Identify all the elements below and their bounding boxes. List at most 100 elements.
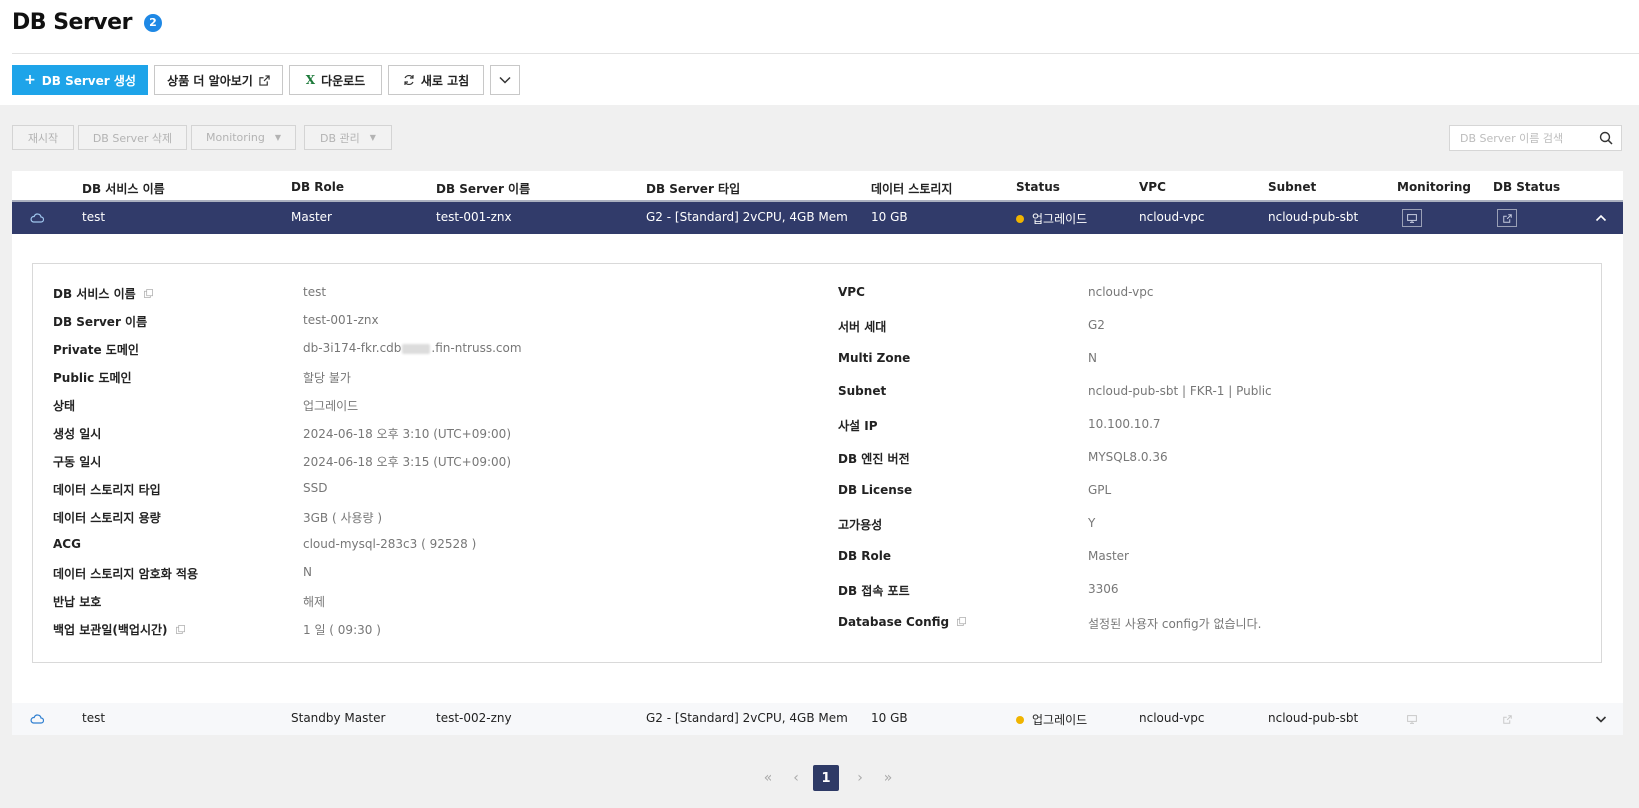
- table-row[interactable]: test Master test-001-znx G2 - [Standard]…: [12, 202, 1623, 234]
- db-status-button[interactable]: [1497, 710, 1517, 728]
- copy-icon[interactable]: [175, 625, 185, 634]
- copy-icon[interactable]: [143, 289, 153, 298]
- detail-value: 업그레이드: [303, 399, 359, 413]
- column-header: Subnet: [1268, 180, 1317, 194]
- detail-value: MYSQL8.0.36: [1088, 450, 1168, 464]
- learn-more-button[interactable]: 상품 더 알아보기: [154, 65, 283, 95]
- cell-storage: 10 GB: [871, 711, 908, 725]
- monitoring-button[interactable]: [1402, 209, 1422, 227]
- detail-value: db-3i174-fkr.cdb .fin-ntruss.com: [303, 341, 522, 355]
- detail-value: ncloud-vpc: [1088, 285, 1154, 299]
- cell-service-name: test: [82, 711, 106, 725]
- detail-value: 2024-06-18 오후 3:15 (UTC+09:00): [303, 455, 511, 469]
- cell-role: Standby Master: [291, 711, 386, 725]
- cell-server-name: test-002-zny: [436, 711, 512, 725]
- page-header: DB Server 2 + DB Server 생성 상품 더 알아보기 X 다…: [0, 0, 1639, 105]
- db-manage-dropdown[interactable]: DB 관리 ▼: [304, 125, 392, 150]
- detail-label: 고가용성: [838, 518, 883, 532]
- chevron-down-icon: [499, 76, 511, 84]
- refresh-label: 새로 고침: [420, 73, 470, 88]
- detail-label: Private 도메인: [53, 343, 139, 357]
- detail-value: 3306: [1088, 582, 1119, 596]
- cloud-icon: [30, 714, 44, 724]
- detail-box: DB 서비스 이름 test DB Server 이름 test-001-znx…: [32, 263, 1602, 663]
- monitoring-dropdown[interactable]: Monitoring ▼: [191, 125, 296, 150]
- cell-server-name: test-001-znx: [436, 210, 512, 224]
- detail-label: VPC: [838, 285, 865, 299]
- column-header: 데이터 스토리지: [871, 182, 953, 196]
- create-db-server-button[interactable]: + DB Server 생성: [12, 65, 148, 95]
- learn-more-label: 상품 더 알아보기: [167, 73, 253, 88]
- detail-label: DB Role: [838, 549, 892, 563]
- detail-value: N: [303, 565, 312, 579]
- cell-vpc: ncloud-vpc: [1139, 711, 1205, 725]
- monitor-icon: [1407, 714, 1417, 724]
- restart-label: 재시작: [27, 131, 59, 145]
- detail-value: 10.100.10.7: [1088, 417, 1161, 431]
- detail-label: 데이터 스토리지 타입: [53, 483, 161, 497]
- delete-db-server-button[interactable]: DB Server 삭제: [78, 125, 187, 150]
- detail-label: DB 엔진 버전: [838, 452, 910, 466]
- detail-value: 2024-06-18 오후 3:10 (UTC+09:00): [303, 427, 511, 441]
- download-label: 다운로드: [321, 73, 366, 88]
- restart-button[interactable]: 재시작: [12, 125, 74, 150]
- external-link-icon: [1502, 213, 1512, 223]
- page-1-button[interactable]: 1: [813, 765, 839, 791]
- next-page-button[interactable]: ›: [849, 766, 871, 790]
- db-status-button[interactable]: [1497, 209, 1517, 227]
- more-dropdown-button[interactable]: [490, 65, 520, 95]
- external-link-icon: [259, 74, 270, 86]
- chevron-up-icon[interactable]: [1595, 212, 1607, 224]
- detail-value: Master: [1088, 549, 1129, 563]
- detail-label: DB License: [838, 483, 913, 497]
- column-header: Monitoring: [1397, 180, 1471, 194]
- cell-subnet: ncloud-pub-sbt: [1268, 210, 1359, 224]
- column-header: VPC: [1139, 180, 1166, 194]
- search-icon[interactable]: [1599, 131, 1613, 145]
- detail-label: 서버 세대: [838, 320, 887, 334]
- detail-value: 해제: [303, 595, 326, 609]
- cell-server-type: G2 - [Standard] 2vCPU, 4GB Mem: [646, 210, 848, 224]
- db-server-table: DB 서비스 이름 DB Role DB Server 이름 DB Server…: [12, 171, 1623, 735]
- count-badge: 2: [143, 13, 162, 32]
- monitor-icon: [1407, 213, 1417, 223]
- detail-value: ncloud-pub-sbt | FKR-1 | Public: [1088, 384, 1272, 398]
- detail-value: test: [303, 285, 327, 299]
- detail-label: 상태: [53, 399, 76, 413]
- cell-role: Master: [291, 210, 332, 224]
- prev-page-button[interactable]: ‹: [785, 766, 807, 790]
- table-row[interactable]: test Standby Master test-002-zny G2 - [S…: [12, 703, 1623, 735]
- search-input[interactable]: [1460, 131, 1590, 145]
- download-button[interactable]: X 다운로드: [289, 65, 382, 95]
- detail-label: 사설 IP: [838, 419, 878, 433]
- copy-icon[interactable]: [957, 617, 967, 626]
- first-page-button[interactable]: «: [757, 766, 779, 790]
- detail-label-text: 백업 보관일(백업시간): [53, 623, 168, 637]
- column-header: DB Server 이름: [436, 182, 531, 196]
- last-page-button[interactable]: »: [877, 766, 899, 790]
- cell-status: 업그레이드: [1016, 711, 1087, 728]
- cell-subnet: ncloud-pub-sbt: [1268, 711, 1359, 725]
- detail-label: 데이터 스토리지 용량: [53, 511, 161, 525]
- column-header: DB Status: [1493, 180, 1561, 194]
- refresh-button[interactable]: 새로 고침: [388, 65, 484, 95]
- cell-storage: 10 GB: [871, 210, 908, 224]
- detail-label: ACG: [53, 537, 81, 551]
- detail-label: 반납 보호: [53, 595, 102, 609]
- plus-icon: +: [24, 72, 36, 88]
- status-dot: [1016, 715, 1024, 724]
- detail-label: 구동 일시: [53, 455, 102, 469]
- cell-vpc: ncloud-vpc: [1139, 210, 1205, 224]
- status-text: 업그레이드: [1032, 713, 1088, 727]
- detail-label: DB 서비스 이름: [53, 285, 153, 302]
- monitoring-button[interactable]: [1402, 710, 1422, 728]
- chevron-down-icon[interactable]: [1595, 713, 1607, 725]
- refresh-icon: [404, 74, 414, 86]
- column-header: DB 서비스 이름: [82, 182, 165, 196]
- caret-down-icon: ▼: [369, 133, 376, 142]
- delete-label: DB Server 삭제: [92, 131, 173, 145]
- detail-value: SSD: [303, 481, 328, 495]
- excel-icon: X: [305, 73, 316, 87]
- detail-value: G2: [1088, 318, 1105, 332]
- redacted-segment: [402, 343, 431, 354]
